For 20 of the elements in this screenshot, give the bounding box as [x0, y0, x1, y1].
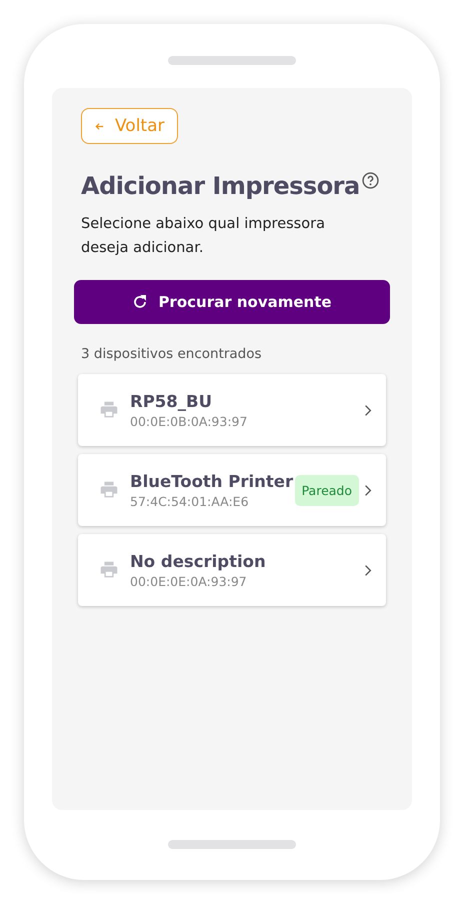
arrow-left-icon [94, 120, 105, 132]
device-card[interactable]: RP58_BU 00:0E:0B:0A:93:97 [78, 374, 386, 446]
device-address: 00:0E:0B:0A:93:97 [130, 414, 248, 428]
device-address: 57:4C:54:01:AA:E6 [130, 494, 250, 508]
paired-badge: Pareado [294, 474, 359, 506]
page-title: Adicionar Impressora [81, 172, 360, 200]
device-count: 3 dispositivos encontrados [81, 346, 263, 362]
device-name: No description [130, 552, 267, 570]
description-text: Selecione abaixo qual impressora deseja adicionar. [81, 215, 326, 258]
help-icon[interactable] [362, 172, 379, 189]
chevron-right-icon [364, 404, 372, 416]
device-address: 00:0E:0E:0A:93:97 [130, 574, 248, 588]
chevron-right-icon [364, 484, 372, 496]
device-card[interactable]: BlueTooth Printer 57:4C:54:01:AA:E6 Pareado [78, 454, 386, 526]
device-name: BlueTooth Printer [130, 472, 294, 490]
chevron-right-icon [364, 564, 372, 576]
refresh-icon [132, 294, 148, 310]
device-name: RP58_BU [130, 392, 213, 410]
device-card[interactable]: No description 00:0E:0E:0A:93:97 [78, 534, 386, 606]
rescan-button[interactable]: Procurar novamente [74, 280, 390, 324]
